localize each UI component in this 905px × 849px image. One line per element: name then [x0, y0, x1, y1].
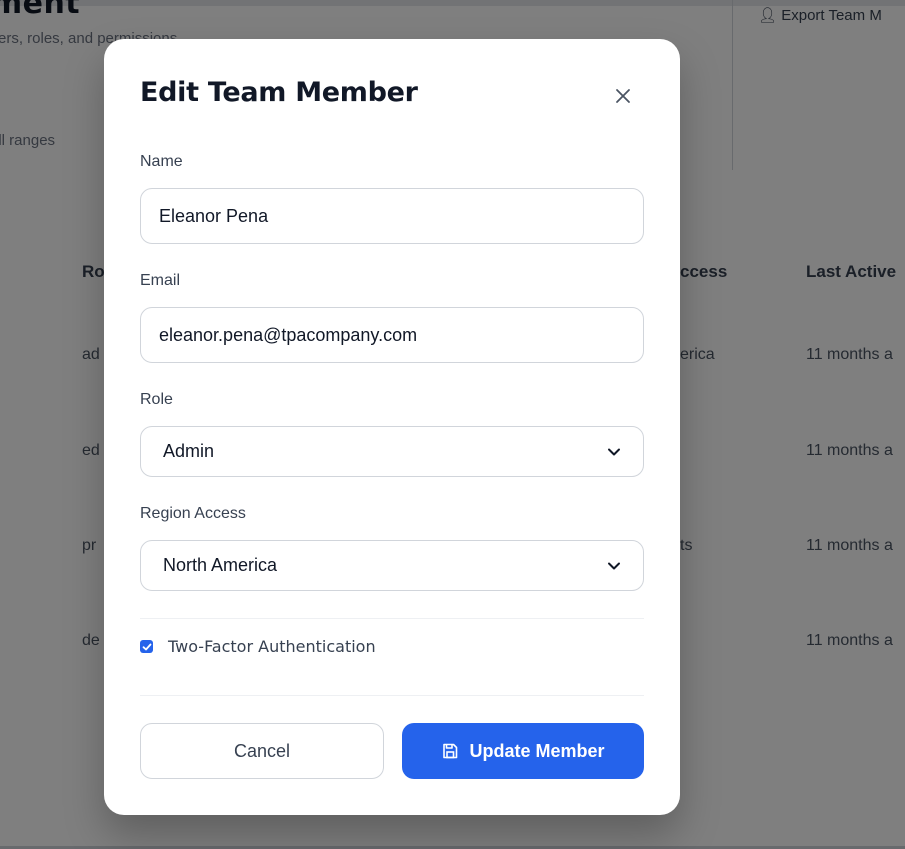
name-label: Name — [140, 153, 183, 170]
cancel-label: Cancel — [233, 740, 291, 761]
two-factor-label[interactable]: Two-Factor Authentication — [168, 637, 376, 656]
chevron-down-icon — [608, 562, 620, 569]
two-factor-checkbox[interactable] — [140, 640, 153, 653]
update-label: Update Member — [469, 740, 605, 761]
section-divider — [140, 618, 644, 619]
close-icon — [616, 89, 630, 103]
save-icon — [443, 743, 458, 759]
role-label: Role — [140, 391, 173, 408]
email-input[interactable] — [140, 307, 644, 363]
email-label: Email — [140, 272, 181, 289]
region-select-value: North America — [163, 555, 278, 575]
region-label: Region Access — [140, 505, 246, 522]
chevron-down-icon — [608, 448, 620, 455]
role-select-value: Admin — [163, 441, 215, 461]
role-select[interactable]: Admin — [140, 426, 644, 477]
region-select[interactable]: North America — [140, 540, 644, 591]
dialog-title: Edit Team Member — [140, 77, 418, 108]
close-button[interactable] — [610, 83, 636, 109]
cancel-button[interactable]: Cancel — [140, 723, 384, 779]
name-input[interactable] — [140, 188, 644, 244]
edit-member-dialog: Edit Team Member Name Email Role Admin R… — [104, 39, 680, 815]
update-member-button[interactable]: Update Member — [402, 723, 644, 779]
footer-divider — [140, 695, 644, 696]
checkmark-icon — [142, 643, 151, 650]
